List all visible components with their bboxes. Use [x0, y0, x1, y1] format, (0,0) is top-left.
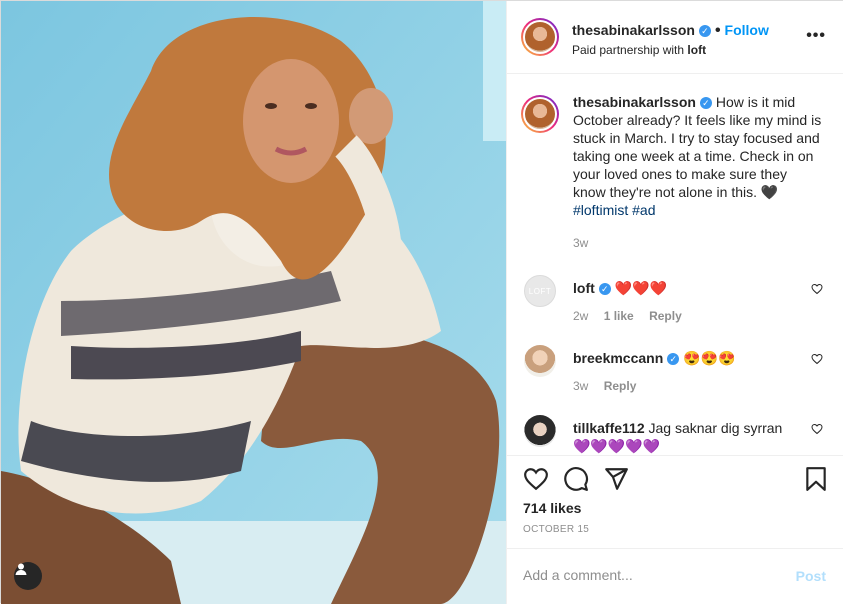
paid-partnership-label: Paid partnership with loft	[572, 43, 706, 57]
comment-text: loft ✓ ❤️❤️❤️	[573, 279, 803, 297]
author-avatar[interactable]	[521, 18, 559, 56]
comment-body: 😍😍😍	[683, 350, 736, 366]
reply-button[interactable]: Reply	[604, 379, 637, 393]
comment-text: breekmccann ✓ 😍😍😍	[573, 349, 803, 367]
comment-text: tillkaffe112 Jag saknar dig syrran 💜💜💜💜💜	[573, 419, 803, 455]
post-actions: 714 likes OCTOBER 15 Post	[507, 455, 843, 604]
post-header: thesabinakarlsson ✓ • Follow Paid partnersh…	[507, 1, 843, 74]
comments-area[interactable]: thesabinakarlsson ✓ How is it mid October…	[507, 75, 843, 455]
user-tag-button[interactable]	[14, 562, 42, 590]
verified-badge-icon: ✓	[698, 24, 711, 37]
comment-username[interactable]: breekmccann	[573, 350, 663, 366]
comment-likes[interactable]: 1 like	[604, 309, 634, 323]
post-dialog: thesabinakarlsson ✓ • Follow Paid partnersh…	[0, 0, 843, 604]
comment-like-icon[interactable]	[811, 353, 823, 365]
comment-username[interactable]: tillkaffe112	[573, 420, 645, 436]
comment-avatar[interactable]: LOFT	[524, 275, 556, 307]
likes-count[interactable]: 714 likes	[523, 500, 581, 516]
header-name-row: thesabinakarlsson ✓ • Follow	[572, 22, 769, 40]
verified-badge-icon: ✓	[598, 283, 611, 296]
post-side-panel: thesabinakarlsson ✓ • Follow Paid partnersh…	[506, 1, 843, 604]
author-username[interactable]: thesabinakarlsson	[572, 22, 695, 38]
comment-like-icon[interactable]	[811, 423, 823, 435]
follow-button[interactable]: Follow	[725, 22, 769, 38]
separator-dot: •	[714, 22, 721, 39]
post-comment-button[interactable]: Post	[796, 568, 826, 584]
photo-illustration	[1, 1, 506, 604]
comment-icon[interactable]	[563, 466, 589, 492]
comment-avatar[interactable]	[524, 345, 556, 377]
add-comment-input[interactable]	[523, 567, 763, 583]
comment-like-icon[interactable]	[811, 283, 823, 295]
partner-prefix: Paid partnership with	[572, 43, 688, 57]
share-icon[interactable]	[603, 466, 629, 492]
verified-badge-icon: ✓	[667, 353, 680, 366]
caption-hashtags[interactable]: #loftimist #ad	[573, 202, 655, 218]
add-comment-bar: Post	[507, 548, 843, 604]
loft-logo-text: LOFT	[528, 286, 552, 296]
comment-avatar[interactable]	[524, 415, 556, 447]
verified-badge-icon: ✓	[699, 97, 712, 110]
post-photo[interactable]	[1, 1, 506, 604]
comment-meta: 3w Reply	[573, 379, 648, 393]
caption-username[interactable]: thesabinakarlsson	[573, 94, 696, 110]
comment-body: ❤️❤️❤️	[614, 280, 667, 296]
caption-text: thesabinakarlsson ✓ How is it mid October…	[573, 93, 823, 219]
partner-link[interactable]: loft	[687, 43, 706, 57]
user-tag-icon	[15, 563, 27, 575]
comment-time: 3w	[573, 379, 589, 393]
comment-time: 2w	[573, 309, 589, 323]
comment-username[interactable]: loft	[573, 280, 595, 296]
caption-avatar[interactable]	[521, 95, 559, 133]
reply-button[interactable]: Reply	[649, 309, 682, 323]
post-date: OCTOBER 15	[523, 524, 590, 535]
comment-meta: 2w 1 like Reply	[573, 309, 694, 323]
more-options-icon[interactable]: •••	[806, 27, 826, 45]
save-icon[interactable]	[803, 466, 829, 492]
caption-time: 3w	[573, 236, 589, 250]
heart-icon[interactable]	[523, 466, 549, 492]
